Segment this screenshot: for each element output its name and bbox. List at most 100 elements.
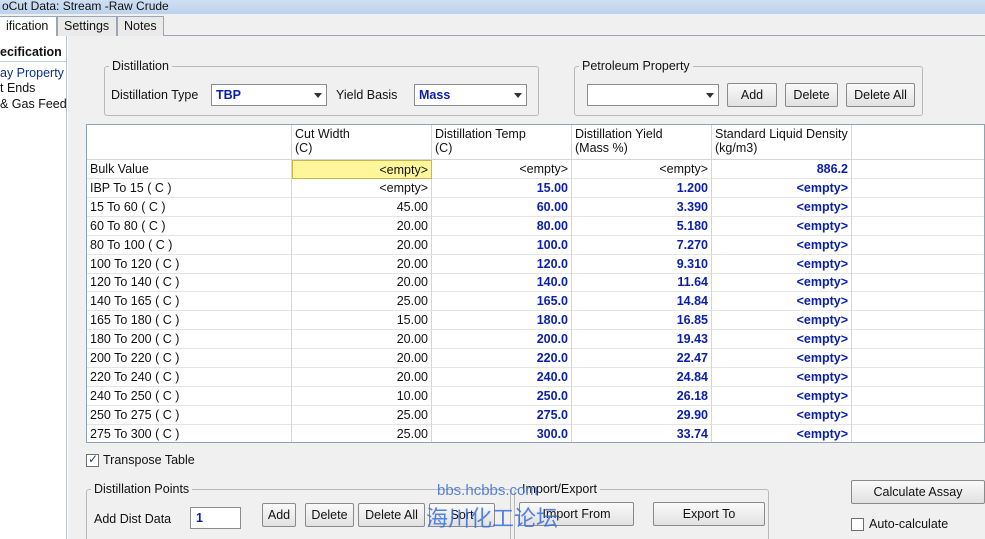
transpose-table-checkbox[interactable] [86, 452, 99, 467]
table-cell-yield[interactable]: 29.90 [572, 405, 712, 425]
yield-basis-select[interactable]: Mass [414, 84, 527, 106]
table-cell-temp[interactable]: 120.0 [432, 254, 572, 274]
table-cell-dens[interactable]: <empty> [712, 386, 852, 406]
table-cell-dens[interactable]: <empty> [712, 311, 852, 331]
table-cell-temp[interactable]: 275.0 [432, 405, 572, 425]
table-row: 80 To 100 ( C ) 20.00 100.0 7.270 <empty> [87, 235, 984, 255]
dist-delete-button[interactable]: Delete [305, 503, 354, 527]
petroleum-property-select[interactable] [587, 84, 719, 106]
column-header-distillation-temp[interactable]: Distillation Temp (C) [432, 125, 572, 160]
nav-item-gas-feed[interactable]: & Gas Feed [0, 97, 66, 112]
table-cell-spare [852, 179, 984, 198]
header-line1: Distillation Temp [435, 127, 526, 141]
table-cell-cut[interactable]: 20.00 [292, 216, 432, 236]
table-cell-temp[interactable]: 100.0 [432, 235, 572, 255]
table-cell-yield[interactable]: 11.64 [572, 273, 712, 293]
table-cell-cut[interactable]: 20.00 [292, 254, 432, 274]
column-header-cut-width[interactable]: Cut Width (C) [292, 125, 432, 160]
table-cell-cut[interactable]: 25.00 [292, 424, 432, 442]
dist-delete-all-button[interactable]: Delete All [358, 503, 425, 527]
table-cell-temp[interactable]: 300.0 [432, 424, 572, 442]
table-cell-yield[interactable]: 1.200 [572, 178, 712, 198]
table-cell-cut[interactable]: 25.00 [292, 405, 432, 425]
table-cell-dens[interactable]: <empty> [712, 216, 852, 236]
table-row: 240 To 250 ( C ) 10.00 250.0 26.18 <empty> [87, 386, 984, 406]
table-cell-yield[interactable]: 3.390 [572, 197, 712, 217]
table-cell-cut[interactable]: <empty> [292, 160, 432, 179]
header-line2: (C) [295, 141, 313, 155]
table-cell-cut[interactable]: 20.00 [292, 273, 432, 293]
table-cell-dens[interactable]: <empty> [712, 292, 852, 312]
auto-calculate-checkbox[interactable] [851, 518, 864, 531]
distillation-legend: Distillation [112, 59, 169, 73]
table-cell-cut[interactable]: 20.00 [292, 349, 432, 368]
column-header-distillation-yield[interactable]: Distillation Yield (Mass %) [572, 125, 712, 160]
table-cell-dens[interactable]: <empty> [712, 367, 852, 387]
tab-notes[interactable]: Notes [117, 16, 164, 36]
table-cell-spare [852, 255, 984, 274]
table-cell-temp[interactable]: 15.00 [432, 178, 572, 198]
table-cell-spare [852, 292, 984, 312]
table-cell-dens[interactable]: <empty> [712, 178, 852, 198]
table-cell-yield[interactable]: 24.84 [572, 367, 712, 387]
row-label: 140 To 165 ( C ) [87, 292, 292, 312]
table-cell-temp[interactable]: 140.0 [432, 273, 572, 293]
table-cell-temp[interactable]: 165.0 [432, 292, 572, 312]
table-cell-cut[interactable]: 20.00 [292, 367, 432, 387]
table-cell-yield[interactable]: 33.74 [572, 424, 712, 442]
distillation-type-select[interactable]: TBP [211, 84, 327, 106]
table-cell-temp[interactable]: <empty> [432, 160, 572, 179]
table-cell-yield[interactable]: 14.84 [572, 292, 712, 312]
table-cell-dens[interactable]: 886.2 [712, 160, 852, 179]
table-cell-cut[interactable]: 20.00 [292, 330, 432, 350]
table-cell-temp[interactable]: 220.0 [432, 349, 572, 368]
table-cell-temp[interactable]: 240.0 [432, 367, 572, 387]
table-cell-yield[interactable]: 16.85 [572, 311, 712, 331]
table-cell-yield[interactable]: <empty> [572, 160, 712, 179]
column-header-density[interactable]: Standard Liquid Density (kg/m3) [712, 125, 852, 160]
table-cell-cut[interactable]: <empty> [292, 178, 432, 198]
table-cell-dens[interactable]: <empty> [712, 273, 852, 293]
petroleum-delete-button[interactable]: Delete [785, 83, 838, 107]
petroleum-add-button[interactable]: Add [727, 83, 777, 107]
table-cell-temp[interactable]: 200.0 [432, 330, 572, 350]
table-cell-dens[interactable]: <empty> [712, 235, 852, 255]
table-cell-yield[interactable]: 5.180 [572, 216, 712, 236]
export-to-button[interactable]: Export To [653, 502, 765, 526]
nav-item-assay-property[interactable]: ay Property [0, 66, 64, 81]
table-cell-temp[interactable]: 80.00 [432, 216, 572, 236]
table-cell-yield[interactable]: 26.18 [572, 386, 712, 406]
table-cell-yield[interactable]: 22.47 [572, 349, 712, 368]
table-cell-temp[interactable]: 60.00 [432, 197, 572, 217]
table-cell-spare [852, 387, 984, 406]
calculate-assay-button[interactable]: Calculate Assay [851, 480, 985, 504]
dist-add-button[interactable]: Add [262, 503, 296, 527]
nav-item-light-ends[interactable]: t Ends [0, 81, 35, 96]
header-line2: (Mass %) [575, 141, 628, 155]
table-cell-dens[interactable]: <empty> [712, 405, 852, 425]
table-cell-temp[interactable]: 180.0 [432, 311, 572, 331]
table-cell-dens[interactable]: <empty> [712, 330, 852, 350]
add-dist-data-input[interactable]: 1 [190, 507, 241, 529]
table-cell-dens[interactable]: <empty> [712, 349, 852, 368]
table-cell-cut[interactable]: 10.00 [292, 386, 432, 406]
table-cell-dens[interactable]: <empty> [712, 197, 852, 217]
table-cell-spare [852, 368, 984, 387]
tab-specification[interactable]: ification [0, 16, 57, 37]
table-cell-yield[interactable]: 9.310 [572, 254, 712, 274]
add-dist-data-label: Add Dist Data [94, 512, 172, 526]
petroleum-delete-all-button[interactable]: Delete All [846, 83, 915, 107]
tab-strip: ification Settings Notes [0, 14, 985, 37]
table-cell-cut[interactable]: 25.00 [292, 292, 432, 312]
table-cell-dens[interactable]: <empty> [712, 254, 852, 274]
tab-settings[interactable]: Settings [57, 16, 117, 36]
table-row: 180 To 200 ( C ) 20.00 200.0 19.43 <empty> [87, 330, 984, 350]
table-cell-cut[interactable]: 15.00 [292, 311, 432, 331]
table-cell-yield[interactable]: 7.270 [572, 235, 712, 255]
table-cell-cut[interactable]: 20.00 [292, 235, 432, 255]
table-cell-temp[interactable]: 250.0 [432, 386, 572, 406]
table-cell-cut[interactable]: 45.00 [292, 197, 432, 217]
table-cell-dens[interactable]: <empty> [712, 424, 852, 442]
nav-header: ecification [0, 42, 66, 62]
table-cell-yield[interactable]: 19.43 [572, 330, 712, 350]
